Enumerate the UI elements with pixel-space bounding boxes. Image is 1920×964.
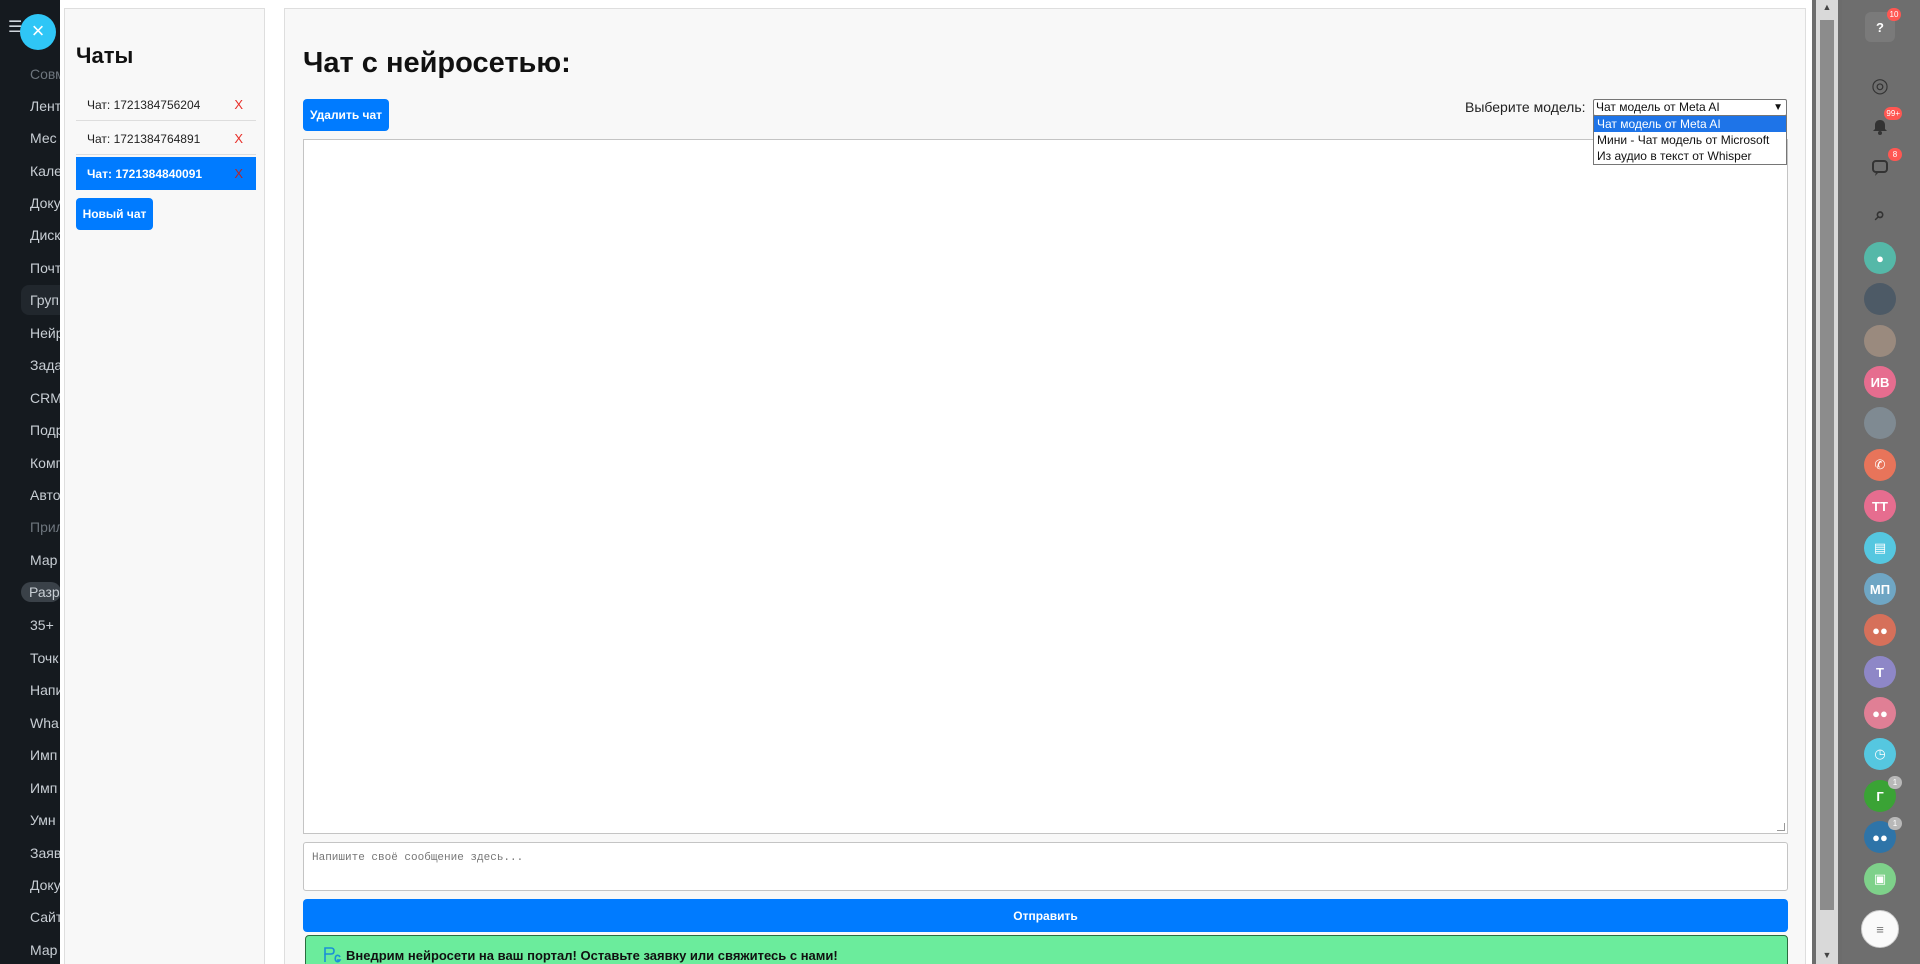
bg-nav-item: Нейр xyxy=(30,325,60,341)
bg-nav-item: Подр xyxy=(30,422,60,438)
avatar-group-icon[interactable]: ● xyxy=(1864,242,1896,274)
bg-nav-item: Диск xyxy=(30,227,60,243)
model-dropdown: Чат модель от Meta AI Мини - Чат модель … xyxy=(1593,115,1787,165)
resize-handle-icon[interactable] xyxy=(1777,823,1785,831)
company-logo-icon xyxy=(324,947,342,963)
bg-nav-item: Сайт xyxy=(30,909,60,925)
bg-nav-item: Комп xyxy=(30,455,60,471)
page-title: Чат с нейросетью: xyxy=(303,47,571,79)
chat-item-label: Чат: 1721384840091 xyxy=(87,167,203,181)
scroll-down-arrow-icon[interactable]: ▼ xyxy=(1821,950,1833,960)
bg-nav-item: Совм xyxy=(30,66,60,82)
group-icon[interactable]: ●● xyxy=(1864,697,1896,729)
chat-list-item[interactable]: Чат: 1721384756204 X xyxy=(76,88,256,121)
notifications-bell-icon[interactable]: 99+ xyxy=(1864,107,1902,143)
bg-nav-item: Заяв xyxy=(30,845,60,861)
disk-icon[interactable]: ▣ xyxy=(1864,863,1896,895)
chat-bubble-icon[interactable]: ▤ xyxy=(1864,532,1896,564)
avatar-mp[interactable]: МП xyxy=(1864,573,1896,605)
bg-nav-item: Имп xyxy=(30,780,58,796)
chat-item-label: Чат: 1721384764891 xyxy=(87,132,201,146)
right-toolbar: ? 10 ◎ 99+ 8 ⌕ ● ИВ ✆ ТТ ▤ МП ●● Т ●● ◷ … xyxy=(1842,0,1920,964)
model-select[interactable]: Чат модель от Meta AI ▼ xyxy=(1593,99,1787,116)
help-button[interactable]: ? 10 xyxy=(1865,8,1901,42)
delete-chat-icon[interactable]: X xyxy=(234,131,243,146)
avatar-photo[interactable] xyxy=(1864,325,1896,357)
modal-panel: Чаты Чат: 1721384756204 X Чат: 172138476… xyxy=(60,0,1812,964)
avatar-g-badge: 1 xyxy=(1888,776,1902,789)
help-badge: 10 xyxy=(1887,8,1901,21)
group-chat-icon[interactable]: ●● 1 xyxy=(1864,817,1902,853)
delete-chat-icon[interactable]: X xyxy=(234,97,243,112)
avatar-tt[interactable]: ТТ xyxy=(1864,490,1896,522)
bg-nav-item: Напи xyxy=(30,682,60,698)
bg-nav-item: Доку xyxy=(30,877,60,893)
group-clock-icon[interactable]: ◷ xyxy=(1864,738,1896,770)
avatar-t[interactable]: Т xyxy=(1864,656,1896,688)
model-option[interactable]: Мини - Чат модель от Microsoft xyxy=(1594,132,1786,148)
target-icon[interactable]: ◎ xyxy=(1864,69,1896,101)
bg-nav-item: Груп xyxy=(21,285,60,315)
bg-nav-item: Разр xyxy=(21,582,60,602)
help-icon: ? xyxy=(1876,19,1884,35)
avatar-iv[interactable]: ИВ xyxy=(1864,366,1896,398)
notifications-badge: 99+ xyxy=(1884,107,1902,120)
bg-nav-item: CRM xyxy=(30,390,60,406)
close-icon: × xyxy=(31,18,45,43)
avatar-g[interactable]: Г 1 xyxy=(1864,776,1902,812)
bg-nav-item: Кале xyxy=(30,163,60,179)
close-modal-button[interactable]: × xyxy=(20,14,56,50)
list-menu-icon[interactable]: ≡ xyxy=(1861,910,1899,948)
bg-nav-item: Прил xyxy=(30,519,60,535)
avatar-photo[interactable] xyxy=(1864,407,1896,439)
bg-nav-item: Доку xyxy=(30,195,60,211)
scrollbar-thumb[interactable] xyxy=(1820,20,1834,910)
chat-history-area[interactable] xyxy=(303,139,1788,834)
bg-nav-item: Лент xyxy=(30,98,60,114)
bg-nav-item: Имп xyxy=(30,747,58,763)
chat-item-label: Чат: 1721384756204 xyxy=(87,98,201,112)
avatar-photo[interactable] xyxy=(1864,283,1896,315)
group-icon[interactable]: ●● xyxy=(1864,614,1896,646)
background-left-navigation: ☰ Совм Лент Мес Кале Доку Диск Почт Груп… xyxy=(0,0,60,964)
model-option[interactable]: Из аудио в текст от Whisper xyxy=(1594,148,1786,164)
group-chat-badge: 1 xyxy=(1888,817,1902,830)
scroll-up-arrow-icon[interactable]: ▲ xyxy=(1821,2,1833,12)
chat-list-item[interactable]: Чат: 1721384764891 X xyxy=(76,122,256,155)
bg-nav-item: Почт xyxy=(30,260,60,276)
phone-icon[interactable]: ✆ xyxy=(1864,449,1896,481)
chevron-down-icon: ▼ xyxy=(1773,102,1783,113)
promo-banner[interactable]: Внедрим нейросети на ваш портал! Оставьт… xyxy=(305,935,1788,964)
bg-nav-item: 35+ xyxy=(30,617,54,633)
bg-nav-item: Wha xyxy=(30,715,59,731)
model-select-value: Чат модель от Meta AI xyxy=(1596,100,1720,114)
chat-main-panel: Чат с нейросетью: Удалить чат Выберите м… xyxy=(284,8,1806,964)
message-input[interactable] xyxy=(303,842,1788,891)
bg-nav-item: Авто xyxy=(30,487,60,503)
chats-sidebar: Чаты Чат: 1721384756204 X Чат: 172138476… xyxy=(64,8,265,964)
new-chat-button[interactable]: Новый чат xyxy=(76,198,153,230)
bg-nav-item: Мар xyxy=(30,942,58,958)
search-icon[interactable]: ⌕ xyxy=(1864,198,1896,230)
messages-badge: 8 xyxy=(1888,148,1902,161)
delete-chat-icon[interactable]: X xyxy=(234,166,243,181)
bg-nav-item: Точк xyxy=(30,650,59,666)
bg-nav-item: Умн xyxy=(30,812,56,828)
send-button[interactable]: Отправить xyxy=(303,899,1788,932)
avatar-g-initial: Г xyxy=(1876,788,1884,804)
chat-list-item-active[interactable]: Чат: 1721384840091 X xyxy=(76,157,256,190)
delete-chat-button[interactable]: Удалить чат xyxy=(303,99,389,131)
bg-nav-item: Зада xyxy=(30,357,60,373)
page-scrollbar[interactable]: ▲ ▼ xyxy=(1812,0,1842,964)
sidebar-title: Чаты xyxy=(76,43,134,68)
bg-nav-item: Мес xyxy=(30,130,57,146)
model-option[interactable]: Чат модель от Meta AI xyxy=(1594,116,1786,132)
promo-text: Внедрим нейросети на ваш портал! Оставьт… xyxy=(346,948,838,963)
bg-nav-item: Мар xyxy=(30,552,58,568)
model-select-label: Выберите модель: xyxy=(1465,99,1586,115)
messages-icon[interactable]: 8 xyxy=(1864,148,1902,184)
